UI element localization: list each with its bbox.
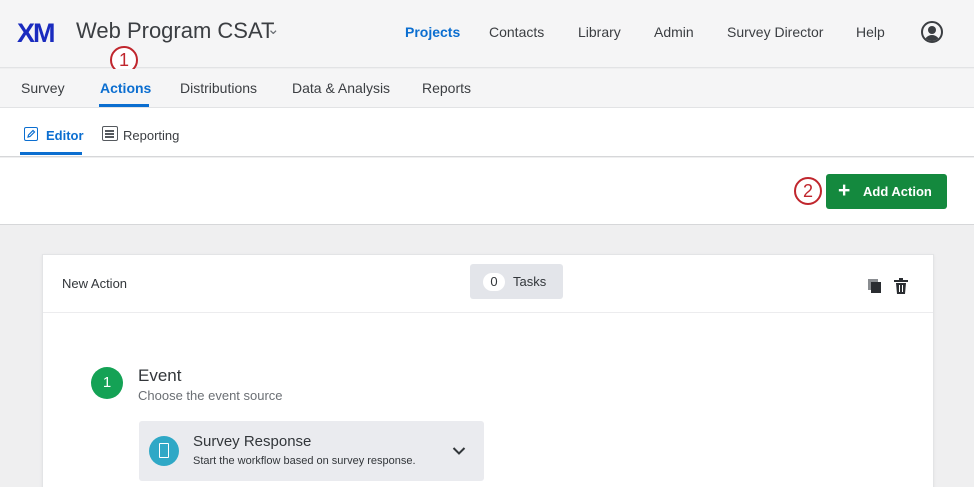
tasks-label: Tasks xyxy=(513,274,547,289)
event-source-description: Start the workflow based on survey respo… xyxy=(193,455,416,467)
tab-editor[interactable]: Editor xyxy=(46,128,84,143)
nav-projects[interactable]: Projects xyxy=(405,24,460,40)
active-tab-indicator xyxy=(99,104,149,107)
trash-icon[interactable] xyxy=(894,278,908,294)
nav-survey-director[interactable]: Survey Director xyxy=(727,24,823,40)
active-subtab-indicator xyxy=(20,152,82,155)
tasks-button[interactable]: 0 Tasks xyxy=(470,264,563,299)
tab-reports[interactable]: Reports xyxy=(422,80,471,96)
action-title[interactable]: New Action xyxy=(62,276,127,291)
nav-help[interactable]: Help xyxy=(856,24,885,40)
sub-tabs: Editor Reporting xyxy=(0,108,974,157)
action-card-header: New Action 0 Tasks xyxy=(43,255,933,313)
list-icon xyxy=(102,126,118,141)
chevron-down-icon[interactable] xyxy=(452,446,466,456)
step-subtitle: Choose the event source xyxy=(138,388,283,403)
user-account-icon[interactable] xyxy=(921,21,943,43)
edit-icon xyxy=(24,127,38,141)
tab-distributions[interactable]: Distributions xyxy=(180,80,257,96)
nav-admin[interactable]: Admin xyxy=(654,24,694,40)
plus-icon: + xyxy=(838,179,851,202)
tab-data-analysis[interactable]: Data & Analysis xyxy=(292,80,390,96)
nav-library[interactable]: Library xyxy=(578,24,621,40)
tab-reporting[interactable]: Reporting xyxy=(123,128,179,143)
chevron-down-icon[interactable]: ⌄ xyxy=(267,20,280,38)
xm-logo[interactable]: XM xyxy=(17,18,55,49)
nav-contacts[interactable]: Contacts xyxy=(489,24,544,40)
tab-survey[interactable]: Survey xyxy=(21,80,65,96)
copy-icon[interactable] xyxy=(868,279,882,293)
top-bar: XM Web Program CSAT ⌄ Projects Contacts … xyxy=(0,0,974,68)
project-tabs: Survey Actions Distributions Data & Anal… xyxy=(0,69,974,108)
add-action-label: Add Action xyxy=(863,184,932,199)
event-source-select[interactable]: Survey Response Start the workflow based… xyxy=(139,421,484,481)
clipboard-icon xyxy=(149,436,179,466)
step-number-badge: 1 xyxy=(91,367,123,399)
tasks-count-badge: 0 xyxy=(483,273,505,291)
event-source-title: Survey Response xyxy=(193,433,312,450)
step-title: Event xyxy=(138,366,182,385)
add-action-button[interactable]: + Add Action xyxy=(826,174,947,209)
tab-actions[interactable]: Actions xyxy=(100,80,151,96)
project-title[interactable]: Web Program CSAT xyxy=(76,18,274,44)
annotation-marker-2: 2 xyxy=(794,177,822,205)
